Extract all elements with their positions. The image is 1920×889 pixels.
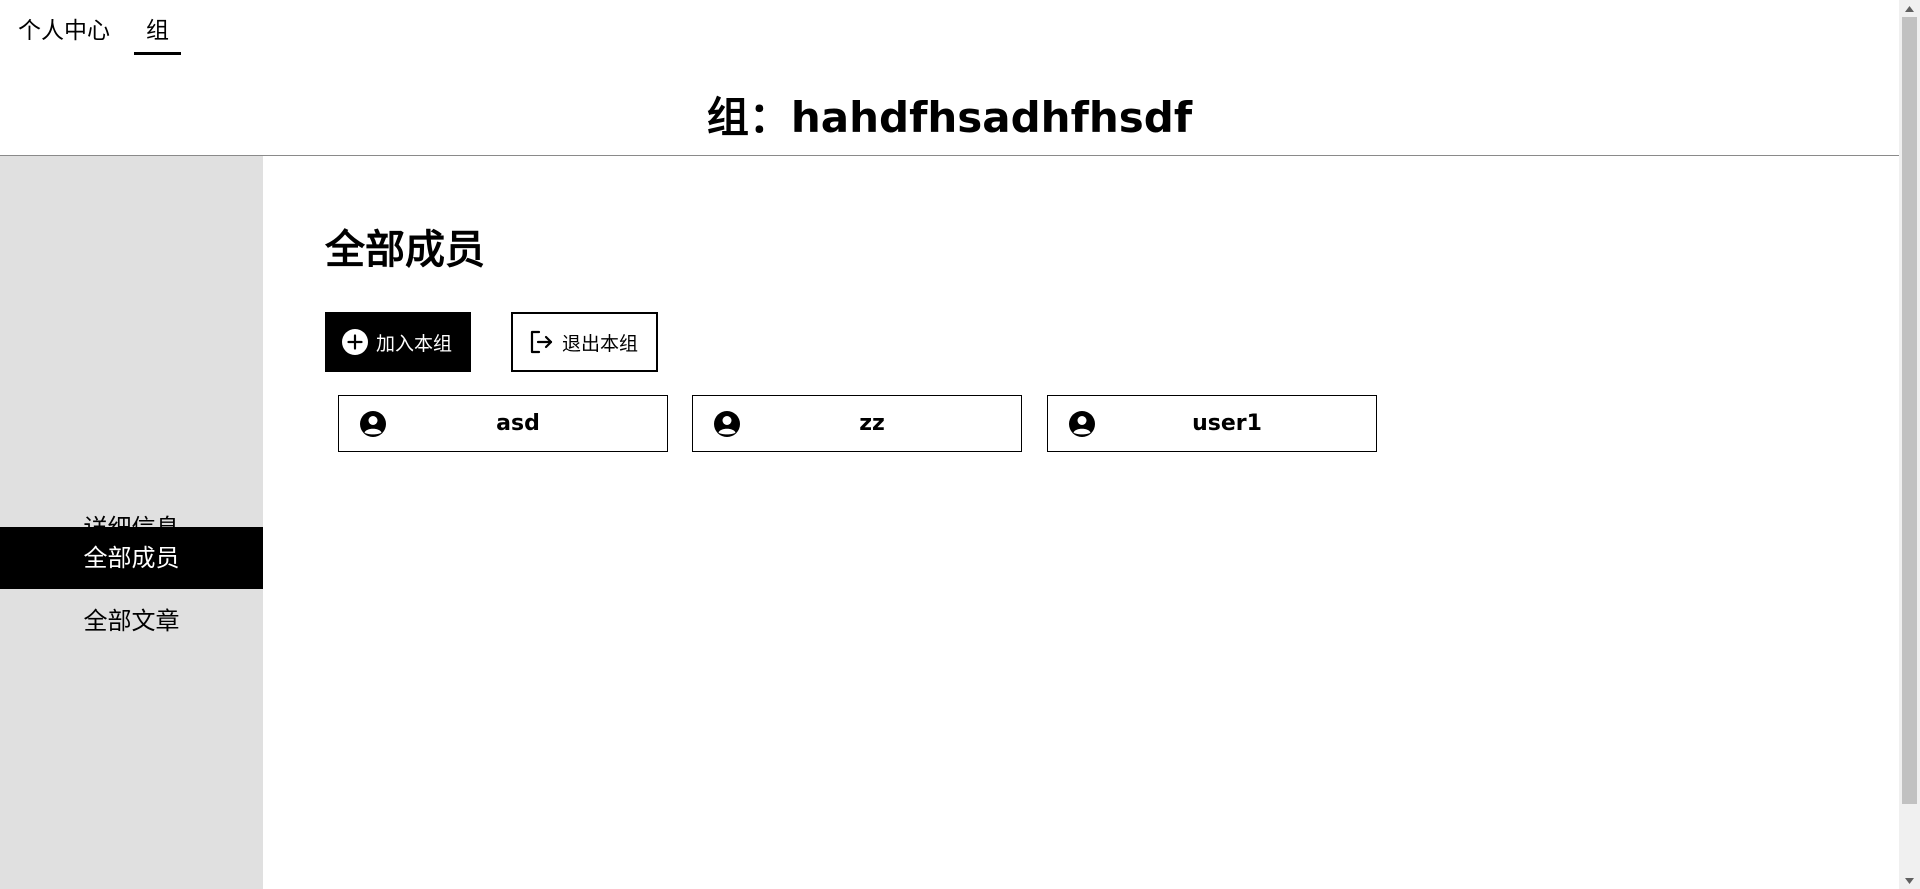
scrollbar-thumb[interactable] (1902, 17, 1917, 804)
page-title: 组：hahdfhsadhfhsdf (706, 93, 1193, 142)
sidebar-item-all-members[interactable]: 全部成员 (0, 527, 263, 589)
scroll-down-icon[interactable] (1899, 872, 1920, 889)
sidebar: 详细信息 全部成员 全部文章 (0, 156, 263, 889)
section-title: 全部成员 (325, 227, 485, 273)
active-tab-indicator (134, 52, 181, 55)
header-divider (0, 155, 1899, 156)
member-card[interactable]: user1 (1047, 395, 1377, 452)
leave-group-label: 退出本组 (562, 332, 639, 355)
tab-personal-center[interactable]: 个人中心 (18, 14, 110, 48)
member-name: user1 (1192, 411, 1262, 436)
logout-icon (527, 328, 555, 356)
member-card[interactable]: asd (338, 395, 668, 452)
join-group-label: 加入本组 (376, 332, 453, 355)
plus-circle-icon (341, 328, 369, 356)
member-card[interactable]: zz (692, 395, 1022, 452)
join-group-button[interactable]: 加入本组 (325, 312, 471, 372)
vertical-scrollbar[interactable] (1899, 0, 1920, 889)
scroll-up-icon[interactable] (1899, 0, 1920, 17)
member-name: zz (859, 411, 885, 436)
sidebar-item-all-articles[interactable]: 全部文章 (0, 590, 263, 652)
tab-group[interactable]: 组 (146, 14, 169, 48)
member-name: asd (496, 411, 540, 436)
leave-group-button[interactable]: 退出本组 (511, 312, 658, 372)
